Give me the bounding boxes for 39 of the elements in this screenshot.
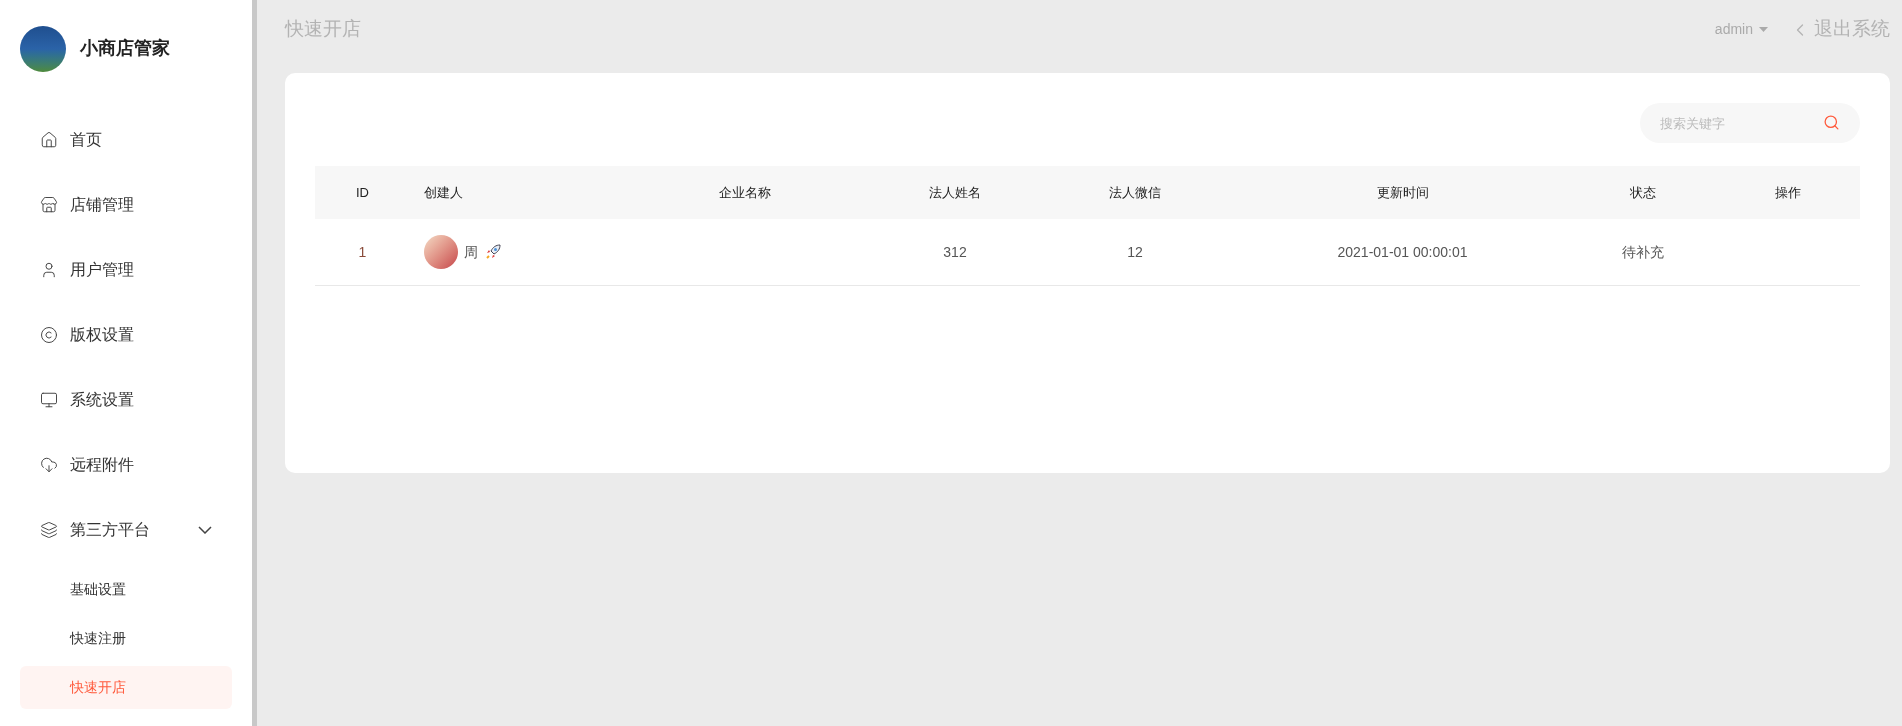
search-icon [1823,114,1840,131]
page-title: 快速开店 [285,17,361,42]
table-cell-text: 12 [1127,242,1143,262]
nav-item[interactable]: 用户管理 [0,237,252,302]
home-icon [40,130,58,149]
column-header: 操作 [1774,183,1801,202]
user-icon [40,260,58,279]
table-cell-text: 周 [464,242,478,262]
nav-item[interactable]: 店铺管理 [0,172,252,237]
search-field[interactable]: 搜索关键字 [1640,103,1860,143]
table-cell-text: 312 [943,242,967,262]
store-icon [40,195,58,214]
table-cell-text: 待补充 [1621,242,1664,262]
cloud-download-icon [40,455,58,474]
logo-image [20,25,66,72]
rocket-icon [484,243,502,261]
nav-item[interactable]: 系统设置 [0,367,252,432]
column-header: 更新时间 [1376,183,1429,202]
column-header: ID [356,183,369,202]
avatar-image [424,235,458,269]
column-header: 企业名称 [719,183,771,202]
chevron-down-icon [198,525,212,534]
column-header: 创建人 [424,183,463,202]
table-cell-text: 2021-01-01 00:00:01 [1337,242,1468,262]
column-header: 法人姓名 [929,183,981,202]
nav-item[interactable]: 远程附件 [0,432,252,497]
monitor-icon [40,390,58,409]
layers-icon [40,520,58,539]
submenu-item[interactable]: 基础设置 [20,568,232,611]
column-header: 法人微信 [1109,183,1161,202]
nav-item[interactable]: 版权设置 [0,302,252,367]
table-cell-text: 1 [358,242,367,262]
nav-item[interactable]: 首页 [0,107,252,172]
caret-down-icon [1759,27,1768,32]
nav-item[interactable]: 第三方平台 [0,497,252,562]
app-name: 小商店管家 [80,37,170,60]
submenu-item[interactable]: 快速注册 [20,617,232,660]
copyright-icon [40,325,58,344]
column-header: 状态 [1629,183,1656,202]
